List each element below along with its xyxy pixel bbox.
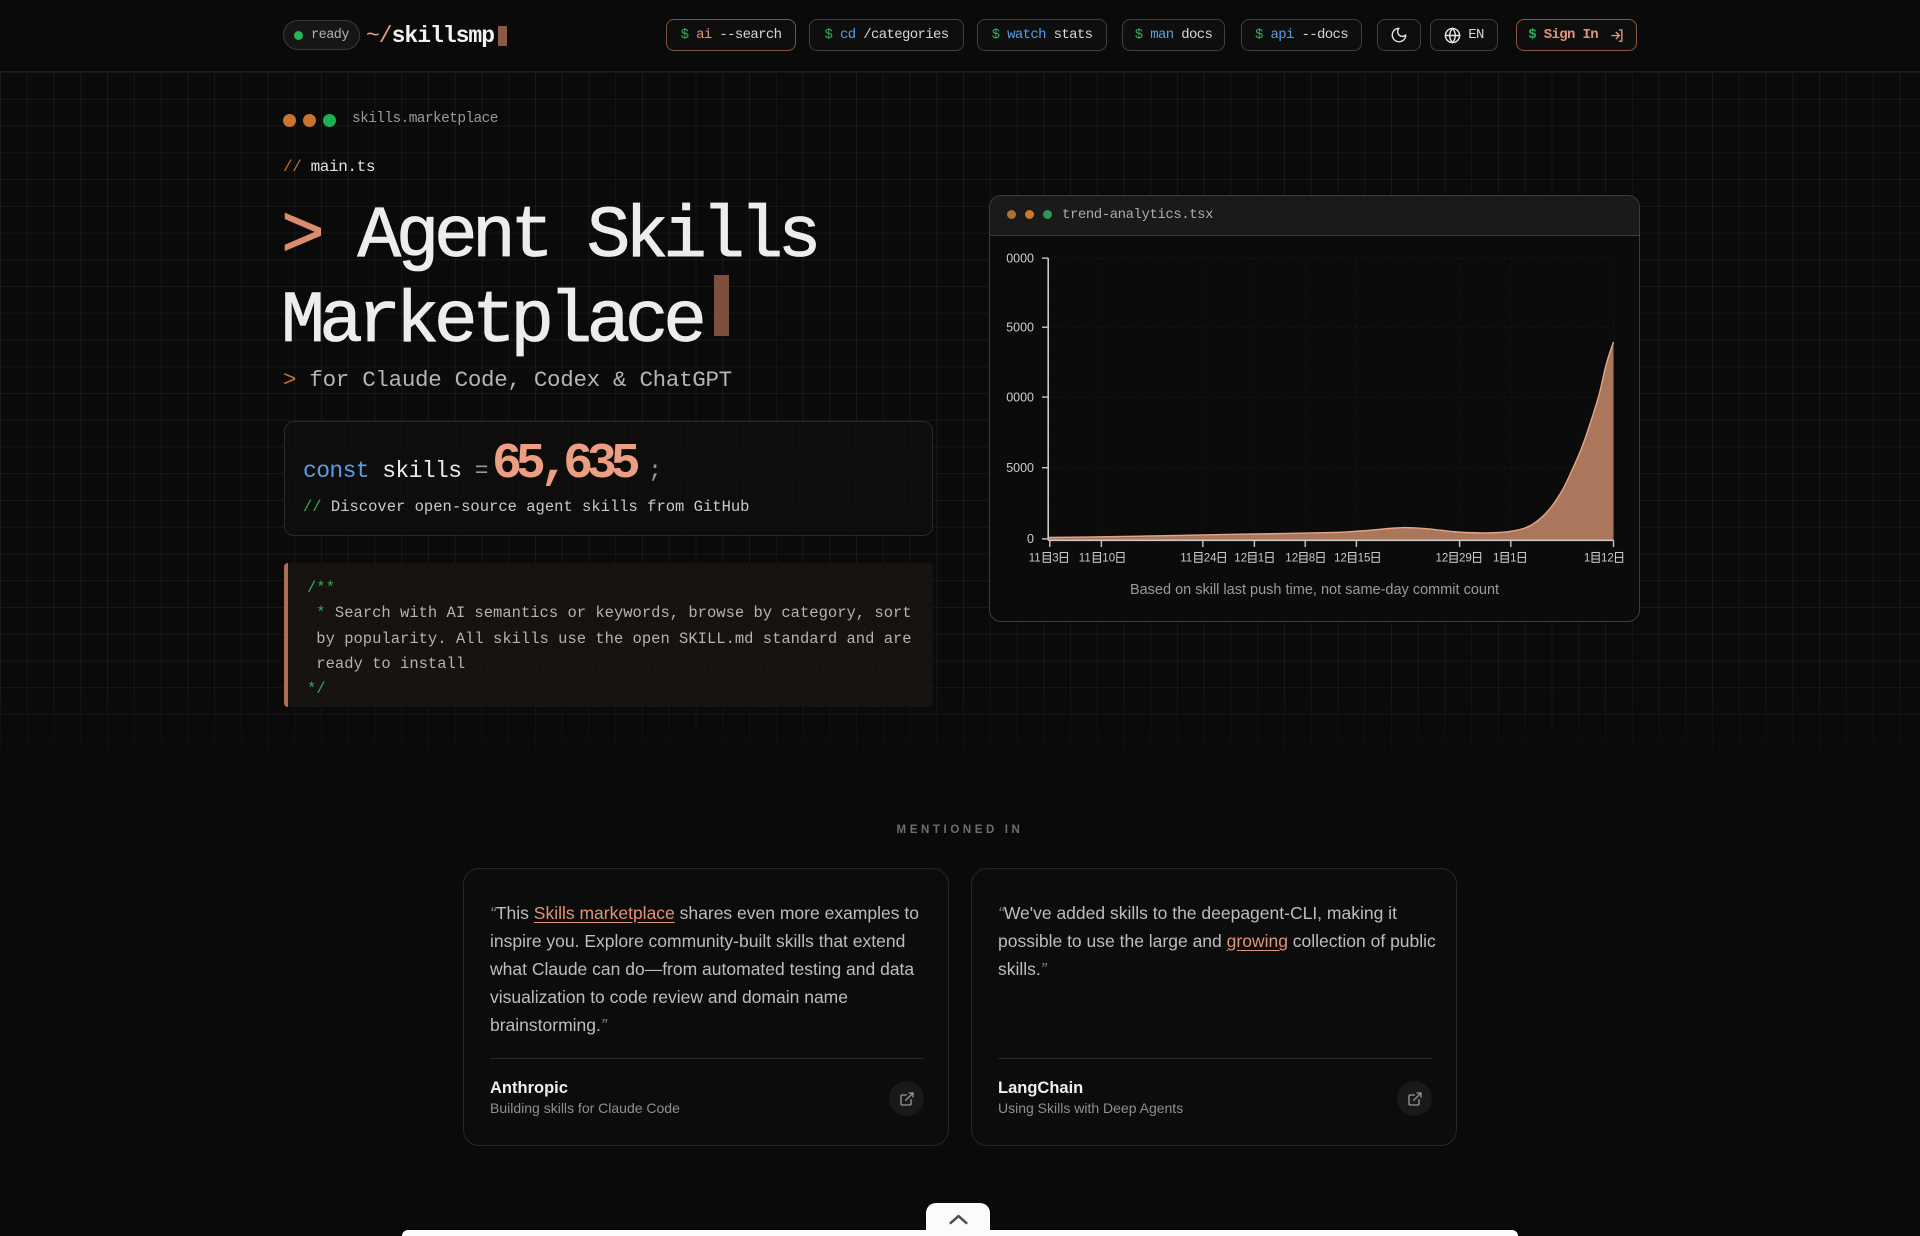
svg-text:12: 12 xyxy=(1601,553,1614,565)
svg-text:5000: 5000 xyxy=(1006,320,1034,334)
svg-text:0: 0 xyxy=(1027,532,1034,546)
svg-text:8: 8 xyxy=(1309,553,1315,565)
svg-text:1: 1 xyxy=(1258,553,1264,565)
svg-text:12: 12 xyxy=(1285,553,1298,565)
svg-text:1: 1 xyxy=(1584,553,1590,565)
svg-text:11: 11 xyxy=(1079,553,1091,565)
svg-text:5000: 5000 xyxy=(1006,461,1034,475)
svg-text:1: 1 xyxy=(1493,553,1499,565)
svg-text:1: 1 xyxy=(1510,553,1516,565)
svg-text:10: 10 xyxy=(1102,553,1115,565)
svg-text:3: 3 xyxy=(1052,553,1058,565)
svg-text:24: 24 xyxy=(1204,553,1217,565)
svg-text:12: 12 xyxy=(1334,553,1347,565)
svg-text:29: 29 xyxy=(1459,553,1472,565)
svg-text:0000: 0000 xyxy=(1006,251,1034,265)
svg-text:Based on skill last push time,: Based on skill last push time, not same-… xyxy=(1130,582,1499,598)
svg-text:11: 11 xyxy=(1180,553,1192,565)
svg-text:12: 12 xyxy=(1436,553,1449,565)
svg-text:12: 12 xyxy=(1234,553,1247,565)
svg-text:0000: 0000 xyxy=(1006,390,1034,404)
svg-text:15: 15 xyxy=(1358,553,1371,565)
svg-text:11: 11 xyxy=(1029,553,1041,565)
